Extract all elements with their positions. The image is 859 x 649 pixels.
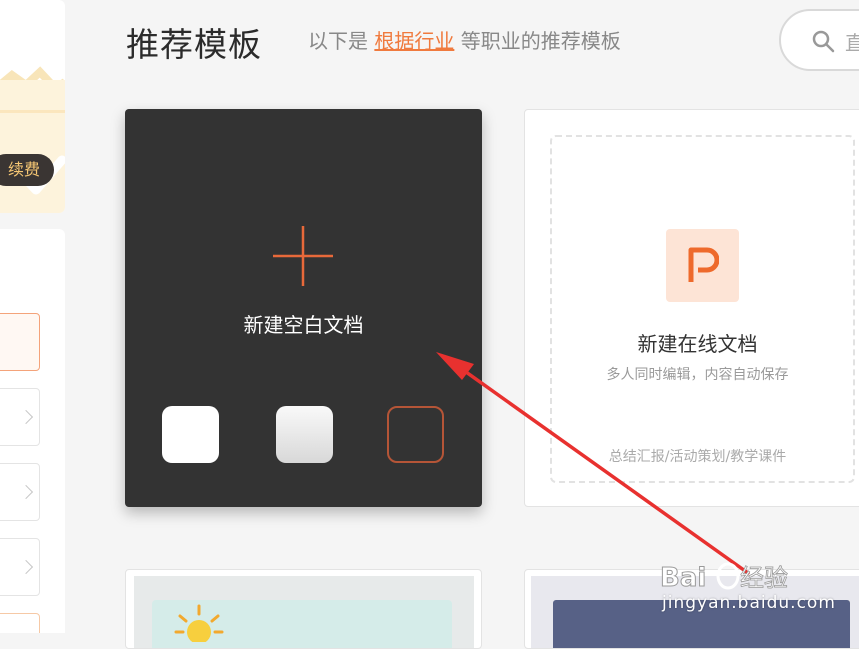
sidebar-item[interactable] bbox=[0, 313, 40, 371]
baidu-jingyan-logo: Bai 经验 bbox=[660, 562, 788, 594]
sidebar-item[interactable] bbox=[0, 613, 40, 633]
new-online-doc-tags: 总结汇报/活动策划/教学课件 bbox=[608, 449, 787, 465]
sidebar-item[interactable] bbox=[0, 388, 40, 446]
search-icon bbox=[812, 30, 835, 53]
p-logo-icon bbox=[688, 247, 719, 282]
watermark-url: jingyan.baidu.com bbox=[662, 593, 836, 613]
subtitle-prefix: 以下是 bbox=[308, 29, 368, 53]
search-placeholder: 直 bbox=[845, 31, 859, 55]
new-online-doc-description: 多人同时编辑，内容自动保存 bbox=[606, 367, 789, 383]
new-blank-doc-card[interactable]: 新建空白文档 bbox=[125, 109, 482, 507]
svg-text:经验: 经验 bbox=[740, 564, 788, 592]
new-online-doc-card[interactable]: 新建在线文档 多人同时编辑，内容自动保存 总结汇报/活动策划/教学课件 bbox=[524, 109, 859, 507]
sidebar-item[interactable] bbox=[0, 463, 40, 521]
page-title: 推荐模板 bbox=[126, 25, 262, 64]
new-online-doc-title: 新建在线文档 bbox=[637, 332, 758, 356]
promo-banner bbox=[0, 80, 65, 213]
sidebar-promo-panel: 续费 bbox=[0, 0, 65, 213]
template-card[interactable] bbox=[125, 569, 482, 649]
chevron-right-icon bbox=[18, 409, 34, 425]
online-doc-logo bbox=[666, 229, 739, 302]
sidebar-item[interactable] bbox=[0, 538, 40, 596]
new-blank-doc-label: 新建空白文档 bbox=[243, 313, 364, 337]
chevron-right-icon bbox=[18, 559, 34, 575]
check-icon bbox=[0, 110, 65, 195]
industry-link[interactable]: 根据行业 bbox=[374, 29, 454, 53]
template-thumbnail bbox=[134, 576, 474, 648]
chevron-right-icon bbox=[18, 484, 34, 500]
dashed-border bbox=[550, 135, 855, 483]
plus-icon bbox=[273, 226, 333, 286]
search-input[interactable]: 直 bbox=[779, 9, 859, 71]
renew-button[interactable]: 续费 bbox=[0, 154, 55, 186]
subtitle-suffix: 等职业的推荐模板 bbox=[460, 29, 621, 53]
sidebar-menu bbox=[0, 229, 65, 633]
svg-text:Bai: Bai bbox=[660, 563, 706, 593]
page-subtitle: 以下是 根据行业 等职业的推荐模板 bbox=[308, 25, 621, 54]
dark-theme-swatch[interactable] bbox=[387, 406, 444, 463]
sun-icon bbox=[174, 604, 224, 642]
gray-theme-swatch[interactable] bbox=[276, 406, 333, 463]
white-theme-swatch[interactable] bbox=[162, 406, 219, 463]
